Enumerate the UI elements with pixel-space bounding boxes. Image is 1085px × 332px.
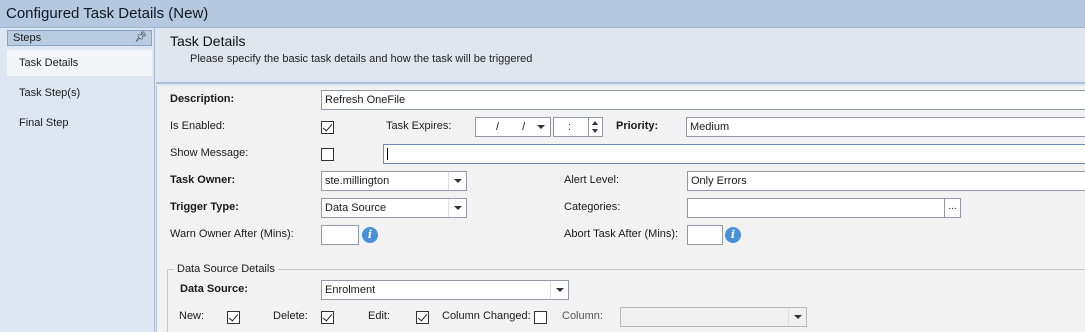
- chevron-down-icon[interactable]: [788, 308, 806, 326]
- abort-task-label: Abort Task After (Mins):: [564, 228, 679, 240]
- categories-browse-button[interactable]: ...: [945, 198, 961, 218]
- text-cursor: [387, 148, 388, 160]
- data-source-label: Data Source:: [180, 283, 248, 295]
- sidebar-item-task-details[interactable]: Task Details: [7, 50, 152, 76]
- page-header: Task Details Please specify the basic ta…: [156, 28, 1085, 84]
- edit-checkbox[interactable]: [416, 311, 429, 324]
- page-title: Task Details: [170, 33, 246, 49]
- task-owner-value: ste.millington: [325, 175, 390, 187]
- is-enabled-checkbox[interactable]: [321, 121, 334, 134]
- show-message-checkbox[interactable]: [321, 148, 334, 161]
- task-owner-dropdown[interactable]: ste.millington: [321, 171, 467, 191]
- column-changed-checkbox[interactable]: [534, 311, 547, 324]
- sidebar-item-label: Task Step(s): [19, 87, 81, 99]
- sidebar-item-task-steps[interactable]: Task Step(s): [7, 80, 152, 106]
- description-input[interactable]: Refresh OneFile: [321, 90, 1085, 110]
- task-expires-time-input[interactable]: :: [553, 117, 589, 137]
- data-source-group-title: Data Source Details: [174, 263, 278, 275]
- checkmark-icon: [322, 311, 333, 322]
- task-expires-label: Task Expires:: [386, 120, 452, 132]
- spin-up-icon[interactable]: [592, 121, 598, 125]
- warn-owner-input[interactable]: [321, 225, 359, 245]
- new-checkbox[interactable]: [227, 311, 240, 324]
- description-label: Description:: [170, 93, 235, 105]
- time-spinner[interactable]: [589, 117, 603, 137]
- chevron-down-icon[interactable]: [448, 199, 466, 217]
- checkmark-icon: [322, 121, 333, 132]
- priority-label: Priority:: [616, 120, 659, 132]
- trigger-type-label: Trigger Type:: [170, 201, 239, 213]
- trigger-type-dropdown[interactable]: Data Source: [321, 198, 467, 218]
- info-icon[interactable]: i: [725, 227, 741, 243]
- calendar-dropdown-icon[interactable]: [532, 118, 550, 136]
- steps-panel-header: Steps 📌︎: [7, 30, 152, 46]
- new-label: New:: [179, 310, 205, 322]
- warn-owner-label: Warn Owner After (Mins):: [170, 228, 294, 240]
- column-changed-label: Column Changed:: [442, 310, 531, 322]
- checkmark-icon: [228, 311, 239, 322]
- categories-label: Categories:: [564, 201, 621, 213]
- show-message-label: Show Message:: [170, 147, 249, 159]
- task-expires-date-picker[interactable]: / /: [475, 117, 551, 137]
- priority-select[interactable]: Medium: [686, 117, 1085, 137]
- steps-header-label: Steps: [13, 32, 42, 44]
- column-dropdown[interactable]: [620, 307, 807, 327]
- chevron-down-icon[interactable]: [448, 172, 466, 190]
- pin-icon[interactable]: 📌︎: [134, 32, 147, 43]
- alert-level-select[interactable]: Only Errors: [687, 171, 1085, 191]
- trigger-type-value: Data Source: [325, 202, 387, 214]
- abort-task-input[interactable]: [687, 225, 723, 245]
- task-expires-time-value: :: [568, 121, 572, 133]
- window-titlebar: Configured Task Details (New): [0, 0, 1085, 28]
- edit-label: Edit:: [368, 310, 391, 322]
- steps-sidebar: Steps 📌︎ Task Details Task Step(s) Final…: [0, 28, 155, 332]
- data-source-value: Enrolment: [325, 284, 376, 296]
- task-details-form: Description: Refresh OneFile Is Enabled:…: [156, 86, 1085, 332]
- checkmark-icon: [417, 311, 428, 322]
- sidebar-item-label: Task Details: [19, 57, 79, 69]
- delete-checkbox[interactable]: [321, 311, 334, 324]
- chevron-down-icon[interactable]: [550, 281, 568, 299]
- page-subtitle: Please specify the basic task details an…: [190, 53, 533, 65]
- task-owner-label: Task Owner:: [170, 174, 236, 186]
- sidebar-item-label: Final Step: [19, 117, 69, 129]
- info-icon[interactable]: i: [362, 227, 378, 243]
- data-source-dropdown[interactable]: Enrolment: [321, 280, 569, 300]
- spin-down-icon[interactable]: [592, 129, 598, 133]
- window-title: Configured Task Details (New): [6, 5, 209, 22]
- is-enabled-label: Is Enabled:: [170, 120, 226, 132]
- delete-label: Delete:: [273, 310, 308, 322]
- sidebar-item-final-step[interactable]: Final Step: [7, 110, 152, 136]
- task-expires-date-value: / /: [496, 121, 536, 133]
- show-message-input[interactable]: [383, 144, 1085, 164]
- categories-input[interactable]: [687, 198, 945, 218]
- alert-level-label: Alert Level:: [564, 174, 620, 186]
- column-label: Column:: [562, 310, 603, 322]
